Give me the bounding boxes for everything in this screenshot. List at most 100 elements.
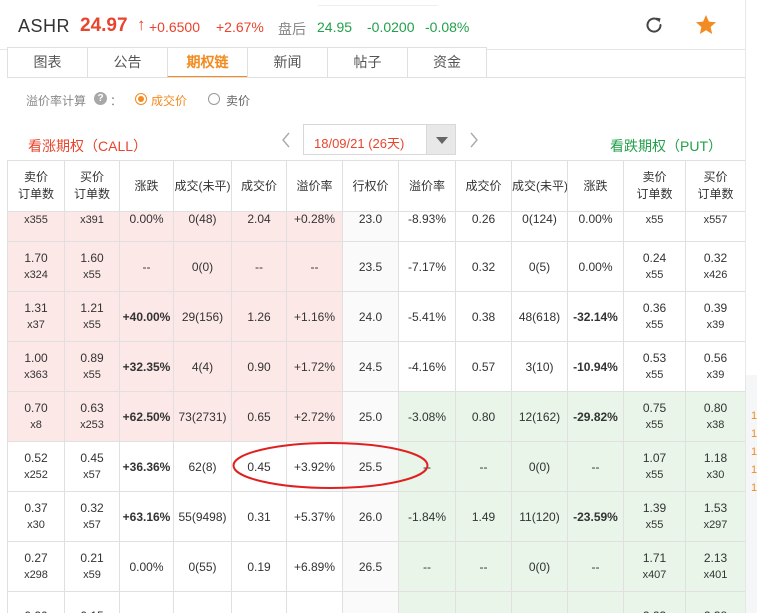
table-row[interactable]: 0.37 x30 0.32 x57 +63.16% 55(9498) 0.31 +5.37% 2… (7, 491, 746, 542)
call-bid-cell[interactable]: 1.21 x55 (64, 291, 120, 342)
call-last-cell[interactable]: 0.90 (231, 341, 287, 392)
refresh-icon[interactable] (643, 14, 665, 36)
tab-news[interactable]: 新闻 (247, 47, 327, 78)
strike-cell[interactable]: 24.0 (342, 291, 399, 342)
col-call-last[interactable]: 成交价 (231, 160, 287, 212)
put-last-cell[interactable]: 0.26 (455, 211, 512, 242)
put-bid-cell[interactable]: 0.56 x39 (685, 341, 746, 392)
call-volume-cell[interactable] (173, 591, 232, 613)
call-bid-cell[interactable]: x391 (64, 211, 120, 242)
call-last-cell[interactable]: 0.19 (231, 541, 287, 592)
call-change-cell[interactable]: +36.36% (119, 441, 174, 492)
put-bid-cell[interactable]: x557 (685, 211, 746, 242)
put-change-cell[interactable]: -29.82% (567, 391, 624, 442)
strike-cell[interactable] (342, 591, 399, 613)
put-premium-cell[interactable] (398, 591, 456, 613)
put-premium-cell[interactable]: -3.08% (398, 391, 456, 442)
put-change-cell[interactable]: -- (567, 541, 624, 592)
strike-cell[interactable]: 23.0 (342, 211, 399, 242)
call-bid-cell[interactable]: 0.63 x253 (64, 391, 120, 442)
call-change-cell[interactable]: +32.35% (119, 341, 174, 392)
radio-trade-price[interactable] (135, 93, 147, 105)
call-change-cell[interactable]: 0.00% (119, 541, 174, 592)
call-volume-cell[interactable]: 0(48) (173, 211, 232, 242)
strike-cell[interactable]: 26.5 (342, 541, 399, 592)
put-ask-cell[interactable]: 2.23 (623, 591, 686, 613)
put-volume-cell[interactable]: 0(0) (511, 541, 568, 592)
col-put-bid[interactable]: 买价 订单数 (685, 160, 746, 212)
call-ask-cell[interactable]: 0.27 x298 (7, 541, 65, 592)
call-change-cell[interactable]: +40.00% (119, 291, 174, 342)
help-icon[interactable]: ? (94, 92, 107, 105)
put-change-cell[interactable] (567, 591, 624, 613)
put-premium-cell[interactable]: -- (398, 441, 456, 492)
tab-posts[interactable]: 帖子 (327, 47, 407, 78)
call-premium-cell[interactable]: +1.72% (286, 341, 343, 392)
put-change-cell[interactable]: 0.00% (567, 241, 624, 292)
call-premium-cell[interactable]: +3.92% (286, 441, 343, 492)
put-volume-cell[interactable]: 12(162) (511, 391, 568, 442)
table-row[interactable]: 1.00 x363 0.89 x55 +32.35% 4(4) 0.90 +1.72% 24.5… (7, 341, 746, 392)
tab-announcements[interactable]: 公告 (87, 47, 167, 78)
table-row[interactable]: 0.200.15 2.232.38 (7, 591, 746, 613)
call-ask-cell[interactable]: x355 (7, 211, 65, 242)
radio-ask-price-label[interactable]: 卖价 (226, 92, 250, 109)
put-last-cell[interactable]: -- (455, 541, 512, 592)
call-ask-cell[interactable]: 0.20 (7, 591, 65, 613)
put-ask-cell[interactable]: 0.75 x55 (623, 391, 686, 442)
col-put-last[interactable]: 成交价 (455, 160, 512, 212)
put-last-cell[interactable] (455, 591, 512, 613)
put-bid-cell[interactable]: 0.39 x39 (685, 291, 746, 342)
call-last-cell[interactable]: 0.65 (231, 391, 287, 442)
table-row[interactable]: 0.27 x298 0.21 x59 0.00% 0(55) 0.19 +6.89% 26.5-… (7, 541, 746, 592)
call-last-cell[interactable]: -- (231, 241, 287, 292)
call-volume-cell[interactable]: 62(8) (173, 441, 232, 492)
put-bid-cell[interactable]: 1.53 x297 (685, 491, 746, 542)
call-ask-cell[interactable]: 0.52 x252 (7, 441, 65, 492)
call-volume-cell[interactable]: 73(2731) (173, 391, 232, 442)
col-call-change[interactable]: 涨跌 (119, 160, 174, 212)
put-premium-cell[interactable]: -- (398, 541, 456, 592)
put-premium-cell[interactable]: -7.17% (398, 241, 456, 292)
call-bid-cell[interactable]: 0.89 x55 (64, 341, 120, 392)
call-ask-cell[interactable]: 1.70 x324 (7, 241, 65, 292)
star-icon[interactable] (694, 13, 718, 37)
put-volume-cell[interactable]: 48(618) (511, 291, 568, 342)
put-last-cell[interactable]: 0.57 (455, 341, 512, 392)
col-put-ask[interactable]: 卖价 订单数 (623, 160, 686, 212)
call-last-cell[interactable]: 2.04 (231, 211, 287, 242)
tab-chart[interactable]: 图表 (7, 47, 87, 78)
call-bid-cell[interactable]: 0.21 x59 (64, 541, 120, 592)
call-volume-cell[interactable]: 29(156) (173, 291, 232, 342)
call-change-cell[interactable] (119, 591, 174, 613)
call-change-cell[interactable]: +62.50% (119, 391, 174, 442)
put-bid-cell[interactable]: 0.80 x38 (685, 391, 746, 442)
call-premium-cell[interactable]: +1.16% (286, 291, 343, 342)
radio-trade-price-label[interactable]: 成交价 (151, 92, 187, 109)
put-premium-cell[interactable]: -8.93% (398, 211, 456, 242)
put-ask-cell[interactable]: 0.53 x55 (623, 341, 686, 392)
put-bid-cell[interactable]: 2.13 x401 (685, 541, 746, 592)
put-bid-cell[interactable]: 2.38 (685, 591, 746, 613)
call-premium-cell[interactable]: +0.28% (286, 211, 343, 242)
col-put-premium[interactable]: 溢价率 (398, 160, 456, 212)
table-row[interactable]: 1.70 x324 1.60 x55 -- 0(0) -- -- 23.5 -7.17% 0.32 0… (7, 241, 746, 292)
put-change-cell[interactable]: -23.59% (567, 491, 624, 542)
col-call-bid[interactable]: 买价 订单数 (64, 160, 120, 212)
call-ask-cell[interactable]: 1.00 x363 (7, 341, 65, 392)
col-put-change[interactable]: 涨跌 (567, 160, 624, 212)
tab-funds[interactable]: 资金 (407, 47, 487, 78)
col-call-ask[interactable]: 卖价 订单数 (7, 160, 65, 212)
call-volume-cell[interactable]: 4(4) (173, 341, 232, 392)
call-bid-cell[interactable]: 0.32 x57 (64, 491, 120, 542)
call-bid-cell[interactable]: 1.60 x55 (64, 241, 120, 292)
put-last-cell[interactable]: 0.80 (455, 391, 512, 442)
put-change-cell[interactable]: 0.00% (567, 211, 624, 242)
table-row[interactable]: x355 x391 0.00% 0(48) 2.04 +0.28% 23.0 -8.93% 0.… (7, 211, 746, 242)
strike-cell[interactable]: 25.5 (342, 441, 399, 492)
put-premium-cell[interactable]: -4.16% (398, 341, 456, 392)
put-ask-cell[interactable]: 1.07 x55 (623, 441, 686, 492)
col-strike[interactable]: 行权价 (342, 160, 399, 212)
dropdown-arrow-icon[interactable] (426, 125, 455, 154)
put-last-cell[interactable]: 0.38 (455, 291, 512, 342)
